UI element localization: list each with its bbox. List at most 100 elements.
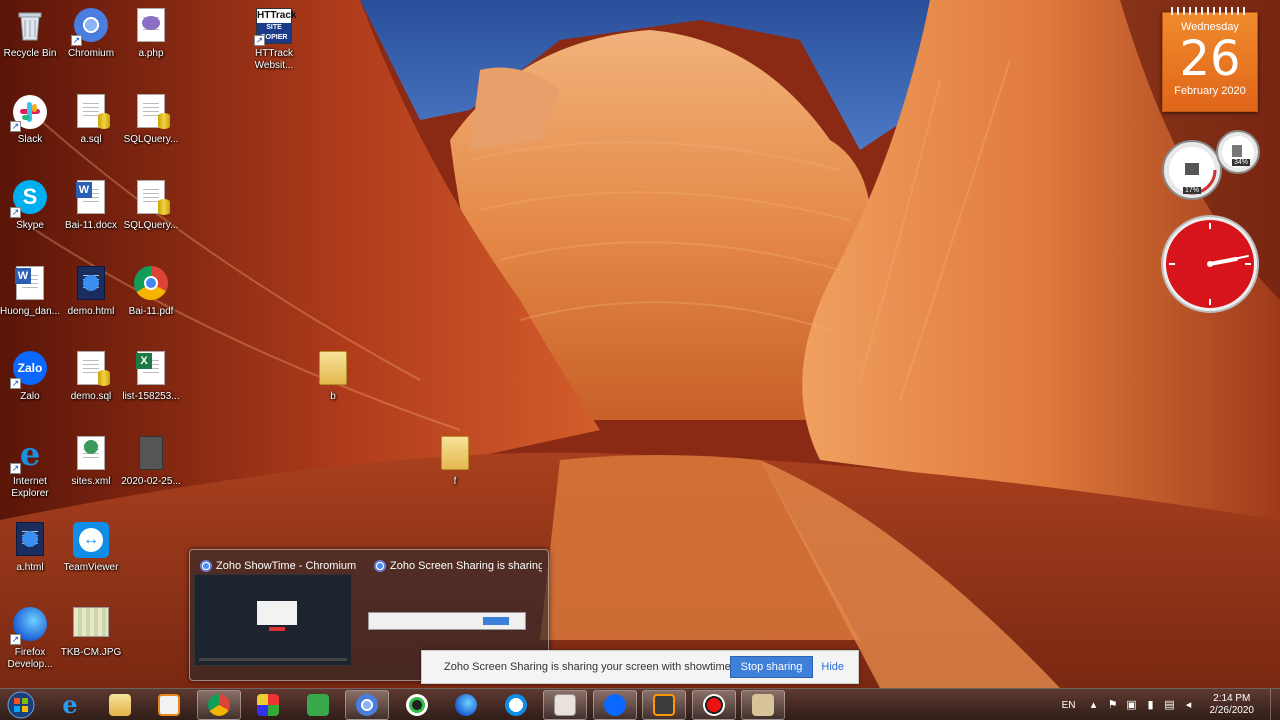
volume-icon[interactable]: ◂ — [1183, 699, 1195, 711]
cpu-meter-gadget[interactable]: 17% 34% — [1162, 130, 1262, 202]
taskbar-paint[interactable] — [246, 690, 290, 720]
taskbar-clock[interactable]: 2:14 PM 2/26/2020 — [1210, 693, 1255, 717]
sql-file-icon — [133, 94, 170, 130]
power-icon[interactable]: ▮ — [1145, 699, 1157, 711]
taskbar-chrome[interactable] — [197, 690, 241, 720]
image-file-icon — [73, 607, 109, 643]
memory-usage: 34% — [1232, 159, 1251, 166]
taskbar-screen-tools[interactable] — [543, 690, 587, 720]
desktop-icon-folder-b[interactable]: b — [301, 345, 365, 425]
taskbar-notepad-plus[interactable] — [296, 690, 340, 720]
desktop-icon-bai11-docx[interactable]: W Bai-11.docx — [59, 174, 123, 254]
taskbar-teamviewer[interactable] — [494, 690, 538, 720]
thumbnail-title: Zoho Screen Sharing is sharing ... — [390, 560, 542, 572]
desktop-icon-sqlquery-1[interactable]: SQLQuery... — [119, 88, 183, 168]
hide-link[interactable]: Hide — [821, 661, 844, 673]
desktop-icon-demo-sql[interactable]: demo.sql — [59, 345, 123, 425]
taskbar-record[interactable] — [692, 690, 736, 720]
desktop-icon-teamviewer[interactable]: ↔ TeamViewer — [59, 516, 123, 596]
shortcut-arrow-icon: ↗ — [10, 634, 21, 645]
desktop-icon-slack[interactable]: ↗ Slack — [0, 88, 62, 168]
system-tray: EN ▴ ⚑ ▣ ▮ ▤ ◂ 2:14 PM 2/26/2020 — [1062, 689, 1280, 720]
desktop-icon-sqlquery-2[interactable]: SQLQuery... — [119, 174, 183, 254]
calendar-rings — [1171, 7, 1249, 15]
teamviewer-icon: ↔ — [73, 522, 109, 558]
calendar-gadget[interactable]: Wednesday 26 February 2020 — [1162, 7, 1258, 112]
taskbar-settings-tools[interactable] — [741, 690, 785, 720]
taskbar-internet-explorer[interactable]: e — [48, 690, 92, 720]
desktop-icon-a-html[interactable]: a.html — [0, 516, 62, 596]
language-indicator[interactable]: EN — [1062, 700, 1076, 711]
sql-file-icon — [73, 94, 110, 130]
folder-icon — [315, 351, 351, 387]
shortcut-arrow-icon: ↗ — [10, 207, 21, 218]
action-center-flag-icon[interactable]: ⚑ — [1107, 699, 1119, 711]
media-player-icon — [158, 694, 180, 716]
xml-file-icon — [73, 436, 109, 472]
network-icon[interactable]: ▤ — [1164, 699, 1176, 711]
sql-file-icon — [133, 180, 170, 216]
desktop-icon-recycle-bin[interactable]: Recycle Bin — [0, 2, 62, 82]
desktop-icon-chromium[interactable]: ↗ Chromium — [59, 2, 123, 82]
paint-icon — [257, 694, 279, 716]
desktop-icon-sites-xml[interactable]: sites.xml — [59, 430, 123, 510]
sublime-text-icon — [653, 694, 675, 716]
desktop-icon-huong-dan[interactable]: W Huong_dan... — [0, 260, 62, 340]
excel-file-icon: X — [133, 351, 169, 387]
internet-explorer-icon: e — [62, 690, 78, 719]
taskbar-sublime-text[interactable] — [642, 690, 686, 720]
httrack-icon: HTTrack SITE COPIER ↗ — [254, 8, 297, 46]
chrome-pdf-icon — [133, 266, 169, 302]
obs-icon — [406, 694, 428, 716]
desktop-icon-internet-explorer[interactable]: e ↗ Internet Explorer — [0, 430, 62, 510]
desktop-icon-zalo[interactable]: Zalo ↗ Zalo — [0, 345, 62, 425]
calendar-day: 26 — [1179, 31, 1241, 87]
show-hidden-icons[interactable]: ▴ — [1088, 699, 1100, 711]
chromium-icon — [200, 560, 212, 572]
sharing-message: Zoho Screen Sharing is sharing your scre… — [444, 661, 730, 673]
taskbar-firefox[interactable] — [444, 690, 488, 720]
firefox-icon — [455, 694, 477, 716]
taskbar-zalo[interactable] — [593, 690, 637, 720]
taskbar-media-player[interactable] — [147, 690, 191, 720]
clock-time: 2:14 PM — [1213, 693, 1251, 704]
cpu-usage: 17% — [1183, 187, 1202, 194]
zalo-icon — [604, 694, 626, 716]
word-document-icon: W — [73, 180, 109, 216]
desktop-icon-list-file[interactable]: X list-158253... — [119, 345, 183, 425]
start-button[interactable] — [2, 690, 40, 720]
desktop-icon-folder-f[interactable]: f — [423, 430, 487, 510]
desktop-icon-a-php[interactable]: a.php — [119, 2, 183, 82]
desktop-icon-a-sql[interactable]: a.sql — [59, 88, 123, 168]
desktop-icon-2020-02-25[interactable]: 2020-02-25... — [119, 430, 183, 510]
chrome-icon — [208, 694, 230, 716]
desktop-icon-firefox-developer[interactable]: ↗ Firefox Develop... — [0, 601, 62, 681]
html-file-icon — [12, 522, 48, 558]
word-document-icon: W — [12, 266, 48, 302]
desktop-icon-httrack[interactable]: HTTrack SITE COPIER ↗ HTTrack Websit... — [242, 2, 306, 82]
desktop-icon-skype[interactable]: S ↗ Skype — [0, 174, 62, 254]
show-desktop-button[interactable] — [1270, 689, 1280, 720]
shortcut-arrow-icon: ↗ — [10, 121, 21, 132]
desktop-icon-demo-html[interactable]: demo.html — [59, 260, 123, 340]
taskbar-file-explorer[interactable] — [98, 690, 142, 720]
file-explorer-icon — [109, 694, 131, 716]
sql-file-icon — [73, 351, 110, 387]
internet-explorer-icon: e ↗ — [10, 435, 41, 474]
desktop-icon-bai11-pdf[interactable]: Bai-11.pdf — [119, 260, 183, 340]
php-file-icon — [133, 8, 169, 44]
desktop-icon-tkb-cm[interactable]: TKB-CM.JPG — [59, 601, 123, 681]
taskbar-obs[interactable] — [395, 690, 439, 720]
shortcut-arrow-icon: ↗ — [10, 463, 21, 474]
calendar-month: February 2020 — [1174, 85, 1246, 97]
folder-icon — [437, 436, 473, 472]
chromium-icon — [374, 560, 386, 572]
shortcut-arrow-icon: ↗ — [71, 35, 82, 46]
stop-sharing-button[interactable]: Stop sharing — [729, 656, 814, 678]
thumbnail-preview-sharing — [368, 612, 526, 630]
device-icon[interactable]: ▣ — [1126, 699, 1138, 711]
zalo-icon: Zalo ↗ — [10, 351, 48, 389]
clock-gadget[interactable] — [1160, 214, 1260, 314]
chromium-icon — [356, 694, 378, 716]
taskbar-chromium[interactable] — [345, 690, 389, 720]
